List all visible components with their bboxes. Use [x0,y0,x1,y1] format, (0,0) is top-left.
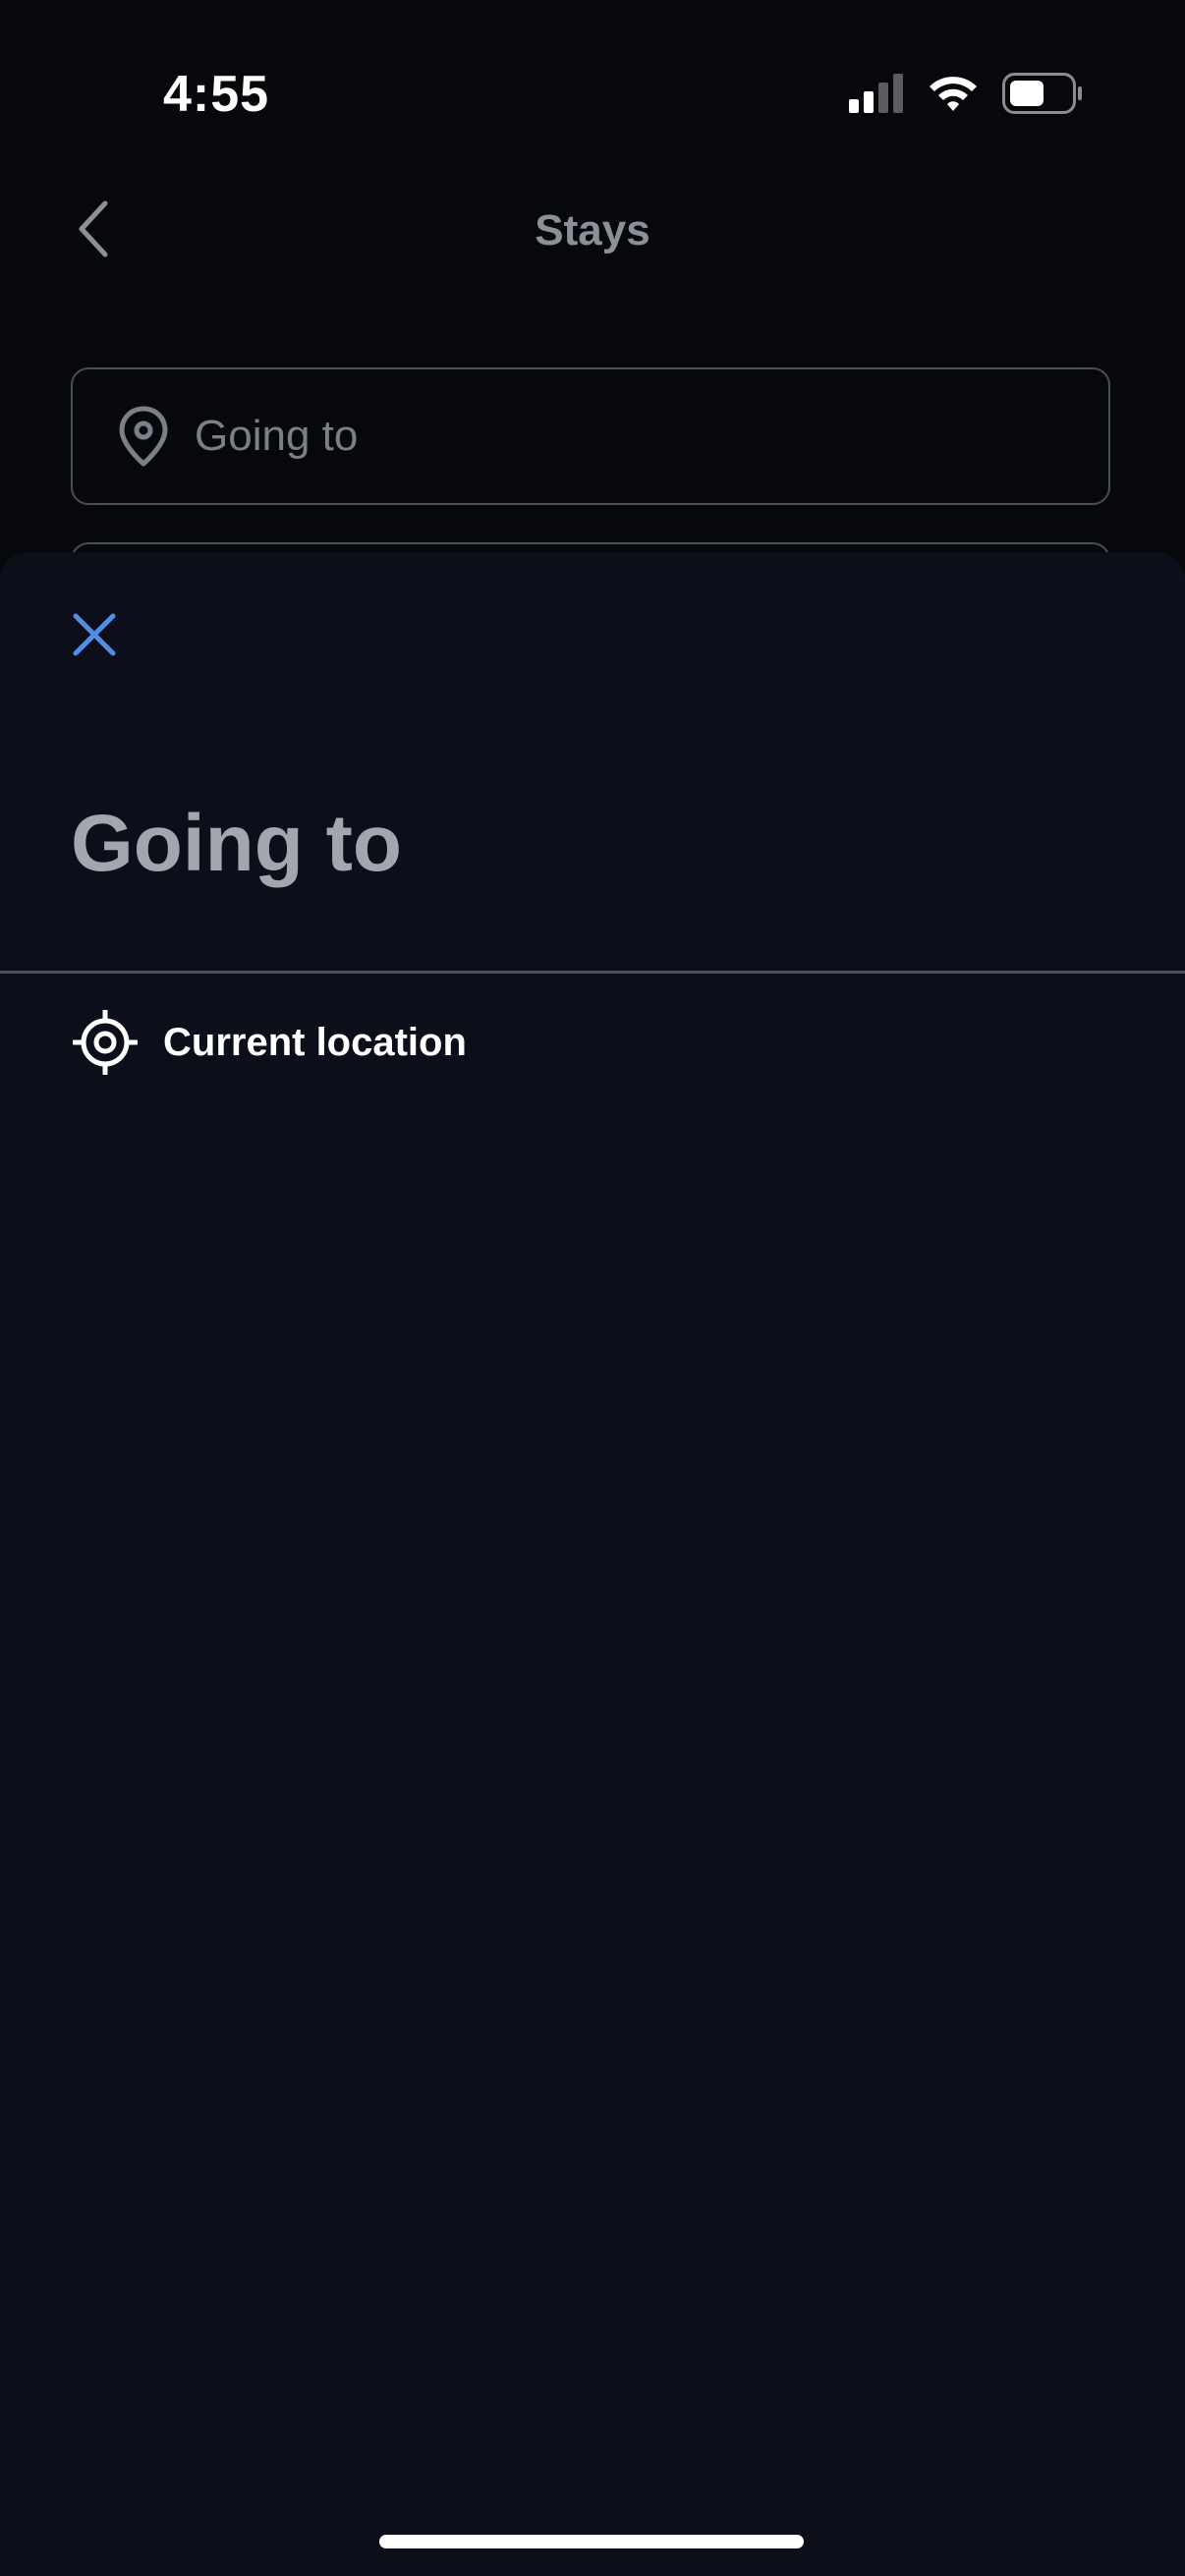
home-indicator[interactable] [379,2535,804,2548]
crosshair-target-icon [71,1008,140,1077]
search-placeholder: Going to [195,412,359,460]
destination-sheet: Going to Current location [0,552,1185,2576]
battery-icon [1002,73,1083,119]
destination-search-field[interactable]: Going to [71,367,1110,505]
close-icon [72,612,117,662]
sheet-title: Going to [71,799,403,888]
divider [0,971,1185,974]
nav-bar: Stays [0,167,1185,295]
status-bar: 4:55 [0,0,1185,187]
current-location-label: Current location [163,1020,467,1064]
current-location-option[interactable]: Current location [71,1002,1114,1083]
page-title: Stays [535,206,650,254]
location-pin-icon [114,405,173,468]
status-time: 4:55 [163,66,270,123]
cellular-signal-icon [849,74,904,118]
status-icons [849,73,1083,119]
wifi-icon [928,74,979,118]
close-button[interactable] [65,607,124,666]
